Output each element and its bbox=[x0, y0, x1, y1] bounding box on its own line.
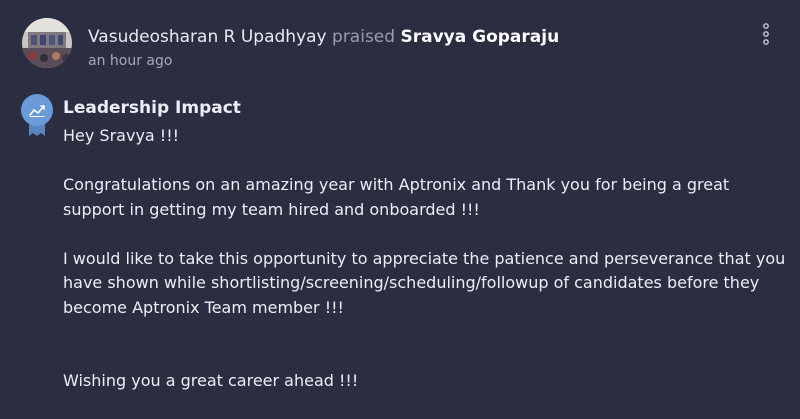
vertical-ellipsis-icon bbox=[763, 23, 769, 45]
praise-message: Hey Sravya !!! Congratulations on an ama… bbox=[63, 124, 791, 418]
post-header: Vasudeosharan R Upadhyay praised Sravya … bbox=[88, 26, 559, 48]
avatar-photo bbox=[22, 18, 72, 68]
post-timestamp: an hour ago bbox=[88, 53, 173, 69]
praise-card: Vasudeosharan R Upadhyay praised Sravya … bbox=[0, 0, 800, 419]
message-paragraph-2: I would like to take this opportunity to… bbox=[63, 248, 786, 317]
message-closing: Wishing you a great career ahead !!! bbox=[63, 371, 359, 390]
recipient-name[interactable]: Sravya Goparaju bbox=[400, 27, 559, 47]
author-name[interactable]: Vasudeosharan R Upadhyay bbox=[88, 27, 327, 47]
chart-trend-icon bbox=[21, 94, 53, 136]
message-greeting: Hey Sravya !!! bbox=[63, 126, 180, 145]
praise-badge bbox=[20, 93, 54, 137]
action-label: praised bbox=[332, 27, 396, 47]
message-paragraph-1: Congratulations on an amazing year with … bbox=[63, 175, 730, 219]
avatar[interactable] bbox=[22, 18, 72, 68]
badge-title: Leadership Impact bbox=[63, 98, 241, 118]
more-options-button[interactable] bbox=[758, 22, 774, 46]
